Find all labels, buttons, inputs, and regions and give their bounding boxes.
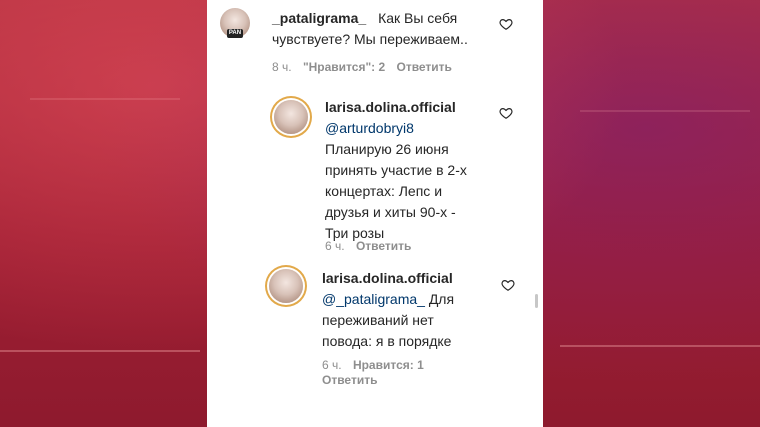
comment-pataligrama: PAN _pataligrama_ Как Вы себя чувствуете… bbox=[207, 0, 543, 85]
comments-panel: PAN _pataligrama_ Как Вы себя чувствуете… bbox=[207, 0, 543, 427]
comment-body-line: повода: я в порядке bbox=[322, 333, 452, 349]
comment-text: _pataligrama_ Как Вы себя чувствуете? Мы… bbox=[272, 8, 522, 50]
likes-count[interactable]: "Нравится": 2 bbox=[303, 60, 385, 74]
reply-button[interactable]: Ответить bbox=[322, 373, 377, 387]
comment-text: larisa.dolina.official @arturdobryi8 Пла… bbox=[325, 97, 515, 244]
avatar-badge: PAN bbox=[227, 29, 243, 38]
avatar[interactable] bbox=[269, 269, 303, 303]
comment-reply-pataligrama: larisa.dolina.official @_pataligrama_ Дл… bbox=[207, 260, 543, 427]
background-stripe bbox=[30, 98, 180, 100]
reply-button[interactable]: Ответить bbox=[356, 239, 411, 253]
comment-body-line: Как Вы себя bbox=[378, 10, 458, 26]
heart-icon[interactable] bbox=[501, 278, 515, 292]
reply-button[interactable]: Ответить bbox=[396, 60, 451, 74]
heart-icon[interactable] bbox=[499, 17, 513, 31]
comment-time: 8 ч. bbox=[272, 60, 292, 74]
comment-meta-reply: Ответить bbox=[322, 373, 385, 387]
mention-link[interactable]: @_pataligrama_ bbox=[322, 291, 425, 307]
avatar[interactable]: PAN bbox=[220, 8, 250, 38]
comment-body-line: переживаний нет bbox=[322, 312, 434, 328]
comment-username[interactable]: _pataligrama_ bbox=[272, 10, 366, 26]
comment-text: larisa.dolina.official @_pataligrama_ Дл… bbox=[322, 268, 512, 352]
background-stripe bbox=[560, 345, 760, 347]
comment-meta: 6 ч. Ответить bbox=[325, 239, 419, 253]
comment-body-line: концертах: Лепс и bbox=[325, 183, 443, 199]
mention-link[interactable]: @arturdobryi8 bbox=[325, 120, 414, 136]
comment-meta: 8 ч. "Нравится": 2 Ответить bbox=[272, 60, 460, 74]
background-stripe bbox=[0, 350, 200, 352]
comment-body-line: Для bbox=[428, 291, 455, 307]
comment-reply-arturdobryi8: larisa.dolina.official @arturdobryi8 Пла… bbox=[207, 88, 543, 258]
comment-body-line: принять участие в 2-х bbox=[325, 162, 467, 178]
comment-username[interactable]: larisa.dolina.official bbox=[325, 99, 456, 115]
comment-body-line: чувствуете? Мы переживаем.. bbox=[272, 31, 468, 47]
comment-username[interactable]: larisa.dolina.official bbox=[322, 270, 453, 286]
comment-time: 6 ч. bbox=[325, 239, 345, 253]
heart-icon[interactable] bbox=[499, 106, 513, 120]
comment-meta: 6 ч. Нравится: 1 bbox=[322, 358, 432, 372]
background-stripe bbox=[580, 110, 750, 112]
avatar[interactable] bbox=[274, 100, 308, 134]
comment-body-line: друзья и хиты 90-х - bbox=[325, 204, 456, 220]
likes-count[interactable]: Нравится: 1 bbox=[353, 358, 424, 372]
comment-body-line: Планирую 26 июня bbox=[325, 141, 449, 157]
comment-time: 6 ч. bbox=[322, 358, 342, 372]
scroll-indicator[interactable] bbox=[535, 294, 538, 308]
